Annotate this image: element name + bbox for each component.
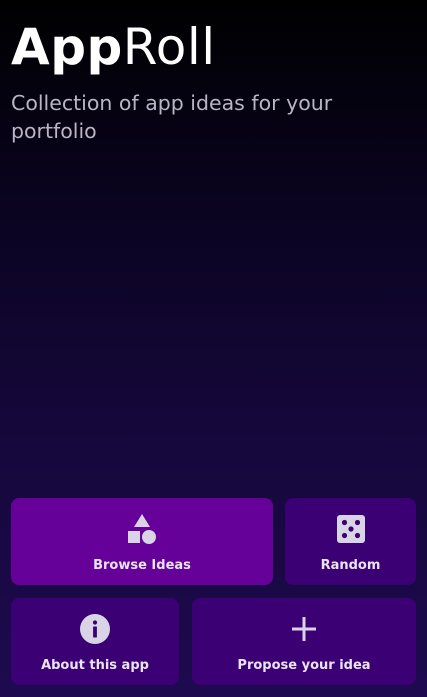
header: AppRoll Collection of app ideas for your… <box>11 14 416 145</box>
browse-ideas-button[interactable]: Browse Ideas <box>11 498 273 585</box>
plus-icon <box>288 613 320 645</box>
app-title-bold: App <box>11 18 123 76</box>
about-app-button[interactable]: About this app <box>11 598 179 685</box>
random-label: Random <box>320 558 381 573</box>
app-title: AppRoll <box>11 14 416 80</box>
app-title-light: Roll <box>122 18 216 76</box>
info-icon <box>79 613 111 645</box>
app-subtitle: Collection of app ideas for your portfol… <box>11 91 333 143</box>
browse-ideas-label: Browse Ideas <box>93 558 191 573</box>
random-button[interactable]: Random <box>285 498 416 585</box>
dice-icon <box>335 513 367 545</box>
about-app-label: About this app <box>41 658 149 673</box>
propose-idea-button[interactable]: Propose your idea <box>192 598 416 685</box>
shapes-icon <box>126 513 158 545</box>
propose-idea-label: Propose your idea <box>237 658 371 673</box>
